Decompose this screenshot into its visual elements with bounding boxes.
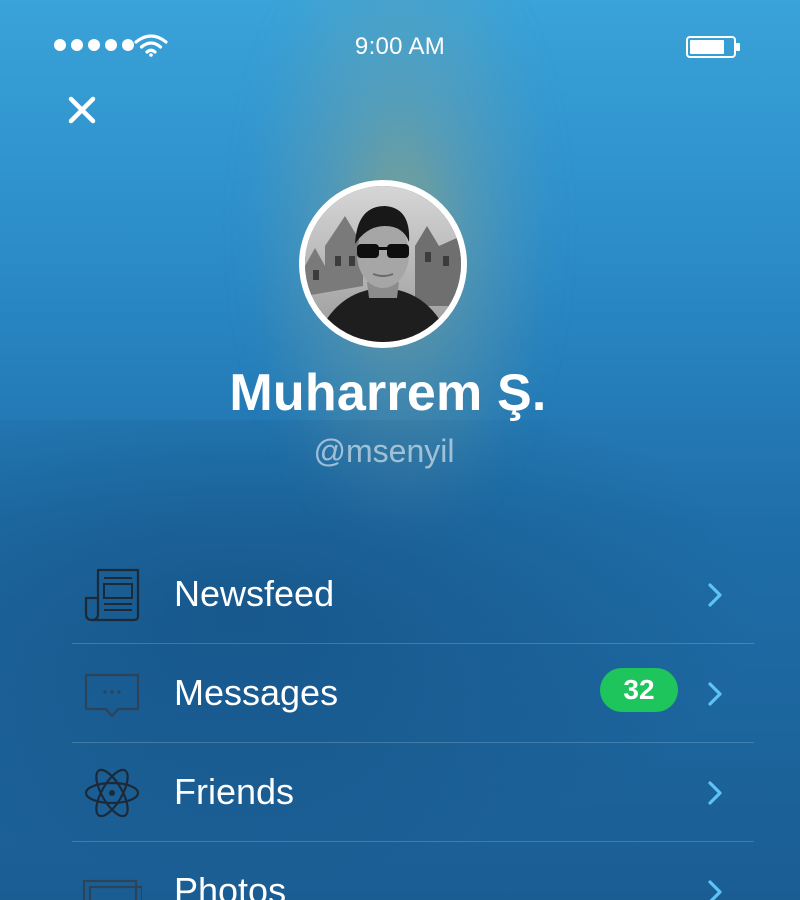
menu-item-friends[interactable]: Friends bbox=[72, 743, 754, 842]
menu-item-label: Friends bbox=[174, 771, 295, 812]
wifi-icon bbox=[134, 34, 168, 57]
side-menu-screen: 9:00 AM Muharrem Ş. @msenyil Newsfeed Me… bbox=[0, 0, 800, 900]
menu-item-messages[interactable]: Messages 32 bbox=[72, 644, 754, 743]
chat-bubble-icon bbox=[84, 673, 140, 718]
close-icon bbox=[68, 96, 96, 124]
atom-icon bbox=[84, 768, 140, 818]
chevron-right-icon bbox=[708, 781, 722, 805]
signal-dots-icon bbox=[54, 39, 134, 51]
profile-handle: @msenyil bbox=[313, 433, 455, 469]
status-bar: 9:00 AM bbox=[0, 0, 800, 90]
menu-item-label: Messages bbox=[174, 672, 339, 713]
menu-item-label: Newsfeed bbox=[174, 573, 335, 614]
menu-item-photos[interactable]: Photos bbox=[72, 842, 754, 900]
avatar[interactable] bbox=[299, 180, 467, 348]
menu-item-label: Photos bbox=[174, 870, 287, 900]
chevron-right-icon bbox=[708, 880, 722, 900]
side-menu: Newsfeed Messages 32 Friends Photos bbox=[72, 545, 754, 900]
newspaper-icon bbox=[84, 568, 140, 622]
status-time: 9:00 AM bbox=[354, 33, 446, 60]
menu-item-newsfeed[interactable]: Newsfeed bbox=[72, 545, 754, 644]
close-button[interactable] bbox=[62, 90, 102, 130]
avatar-photo bbox=[305, 186, 461, 342]
photos-icon bbox=[82, 879, 142, 900]
profile-name: Muharrem Ş. bbox=[229, 364, 547, 422]
battery-icon bbox=[686, 36, 740, 58]
chevron-right-icon bbox=[708, 583, 722, 607]
chevron-right-icon bbox=[708, 682, 722, 706]
unread-count-badge: 32 bbox=[600, 668, 678, 712]
